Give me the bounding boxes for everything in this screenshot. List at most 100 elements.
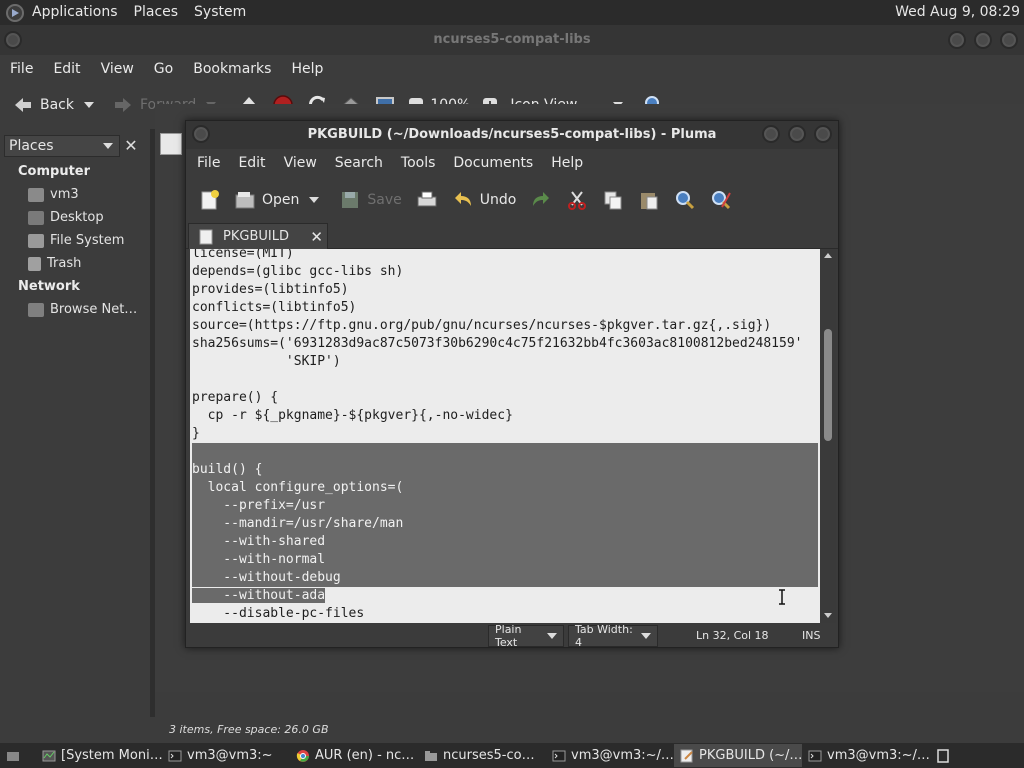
scrollbar-thumb[interactable] xyxy=(824,329,832,441)
language-label: Plain Text xyxy=(495,623,522,649)
show-desktop-icon xyxy=(7,751,19,761)
tab-pkgbuild[interactable]: PKGBUILD ✕ xyxy=(188,223,328,249)
chevron-down-icon[interactable] xyxy=(309,197,320,203)
sidebar-item-label: vm3 xyxy=(50,187,79,202)
menu-file[interactable]: File xyxy=(0,55,43,83)
menu-view[interactable]: View xyxy=(91,55,144,83)
taskbar-item-label: vm3@vm3:~/… xyxy=(571,748,674,763)
menu-help[interactable]: Help xyxy=(281,55,333,83)
text-editor-toolbar: Open Save Undo xyxy=(186,179,838,221)
maximize-icon[interactable] xyxy=(788,125,806,143)
taskbar-item-browser[interactable]: AUR (en) - nc… xyxy=(290,744,418,767)
sidebar-item-label: File System xyxy=(50,233,125,248)
code-editor[interactable]: license=(MIT) depends=(glibc gcc-libs sh… xyxy=(190,249,820,623)
trash-icon xyxy=(28,256,41,271)
back-button[interactable]: Back xyxy=(6,89,100,121)
redo-button[interactable] xyxy=(524,184,558,216)
menu-bookmarks[interactable]: Bookmarks xyxy=(183,55,281,83)
menu-documents[interactable]: Documents xyxy=(444,149,542,177)
taskbar: [System Moni… vm3@vm3:~ AUR (en) - nc… n… xyxy=(0,743,1024,768)
show-desktop-button[interactable] xyxy=(0,744,36,767)
sidebar-close-button[interactable]: ✕ xyxy=(120,135,142,157)
tab-width-select[interactable]: Tab Width: 4 xyxy=(568,623,658,649)
menu-search[interactable]: Search xyxy=(326,149,392,177)
taskbar-item-file-manager[interactable]: ncurses5-co… xyxy=(418,744,546,767)
back-arrow-icon xyxy=(15,98,31,112)
paste-button[interactable] xyxy=(632,184,666,216)
taskbar-item-system-monitor[interactable]: [System Moni… xyxy=(36,744,162,767)
new-document-icon xyxy=(201,190,219,210)
scroll-down-icon[interactable] xyxy=(824,613,832,618)
taskbar-item-label: AUR (en) - nc… xyxy=(315,748,415,763)
sidebar-item-trash[interactable]: Trash xyxy=(28,256,81,271)
code-line: --disable-pc-files xyxy=(192,606,365,621)
sidebar-divider[interactable] xyxy=(150,129,155,717)
sidebar-item-file-system[interactable]: File System xyxy=(28,233,124,248)
sidebar-selector-label: Places xyxy=(9,138,54,154)
menu-help[interactable]: Help xyxy=(542,149,592,177)
menu-file[interactable]: File xyxy=(188,149,229,177)
minimize-icon[interactable] xyxy=(948,31,966,49)
menu-tools[interactable]: Tools xyxy=(392,149,445,177)
code-line: cp -r ${_pkgname}-${pkgver}{,-no-widec} xyxy=(192,408,513,423)
text-editor-window: PKGBUILD (~/Downloads/ncurses5-compat-li… xyxy=(185,120,839,649)
maximize-icon[interactable] xyxy=(974,31,992,49)
clock[interactable]: Wed Aug 9, 08:29 xyxy=(895,0,1020,25)
undo-button[interactable]: Undo xyxy=(446,184,523,216)
save-button[interactable]: Save xyxy=(333,184,407,216)
replace-button[interactable] xyxy=(704,184,738,216)
chevron-down-icon[interactable] xyxy=(84,102,94,108)
code-line: } xyxy=(192,426,200,441)
sidebar-item-browse-network[interactable]: Browse Net… xyxy=(28,302,137,317)
tab-close-button[interactable]: ✕ xyxy=(310,228,323,246)
taskbar-item-terminal-2[interactable]: vm3@vm3:~/… xyxy=(546,744,674,767)
taskbar-item-terminal-3[interactable]: vm3@vm3:~/… xyxy=(802,744,930,767)
terminal-icon xyxy=(808,750,822,761)
sidebar-item-vm3[interactable]: vm3 xyxy=(28,187,79,202)
close-icon[interactable] xyxy=(1000,31,1018,49)
applications-menu[interactable]: Applications xyxy=(24,0,126,25)
system-menu[interactable]: System xyxy=(186,0,254,25)
top-panel: Applications Places System Wed Aug 9, 08… xyxy=(0,0,1024,25)
text-editor-icon xyxy=(680,749,693,762)
code-line-selected: --with-normal xyxy=(192,551,818,569)
find-button[interactable] xyxy=(668,184,702,216)
top-panel-menu: Applications Places System xyxy=(0,0,254,25)
taskbar-item-label: ncurses5-co… xyxy=(443,748,535,763)
sidebar-item-desktop[interactable]: Desktop xyxy=(28,210,104,225)
scroll-up-icon[interactable] xyxy=(824,253,832,258)
menu-edit[interactable]: Edit xyxy=(229,149,274,177)
editor-scrollbar[interactable] xyxy=(820,249,836,623)
taskbar-item-terminal[interactable]: vm3@vm3:~ xyxy=(162,744,290,767)
minimize-icon[interactable] xyxy=(762,125,780,143)
language-select[interactable]: Plain Text xyxy=(488,623,564,649)
taskbar-item-label: PKGBUILD (~/… xyxy=(699,748,802,763)
open-button[interactable]: Open xyxy=(228,184,325,216)
distro-logo-icon[interactable] xyxy=(6,3,24,22)
workspace-switcher[interactable] xyxy=(930,744,954,767)
cut-button[interactable] xyxy=(560,184,594,216)
text-file-icon xyxy=(199,229,213,244)
menu-view[interactable]: View xyxy=(275,149,326,177)
print-button[interactable] xyxy=(410,184,444,216)
menu-edit[interactable]: Edit xyxy=(43,55,90,83)
code-line: license=(MIT) xyxy=(192,249,294,261)
copy-button[interactable] xyxy=(596,184,630,216)
places-menu[interactable]: Places xyxy=(126,0,187,25)
sidebar-heading-network: Network xyxy=(18,279,80,294)
text-editor-titlebar[interactable]: PKGBUILD (~/Downloads/ncurses5-compat-li… xyxy=(186,121,838,149)
sidebar-selector[interactable]: Places xyxy=(4,135,120,157)
close-icon[interactable] xyxy=(814,125,832,143)
sidebar-item-label: Desktop xyxy=(50,210,104,225)
file-manager-titlebar[interactable]: ncurses5-compat-libs xyxy=(0,25,1024,55)
file-icon[interactable] xyxy=(160,133,182,155)
redo-icon xyxy=(533,192,550,206)
terminal-icon xyxy=(168,750,182,761)
new-document-button[interactable] xyxy=(192,184,226,216)
cursor-position: Ln 32, Col 18 xyxy=(696,629,769,642)
menu-go[interactable]: Go xyxy=(144,55,183,83)
text-cursor-icon xyxy=(779,589,785,605)
print-icon xyxy=(417,191,437,207)
back-label: Back xyxy=(40,97,74,113)
taskbar-item-pluma[interactable]: PKGBUILD (~/… xyxy=(674,744,802,767)
